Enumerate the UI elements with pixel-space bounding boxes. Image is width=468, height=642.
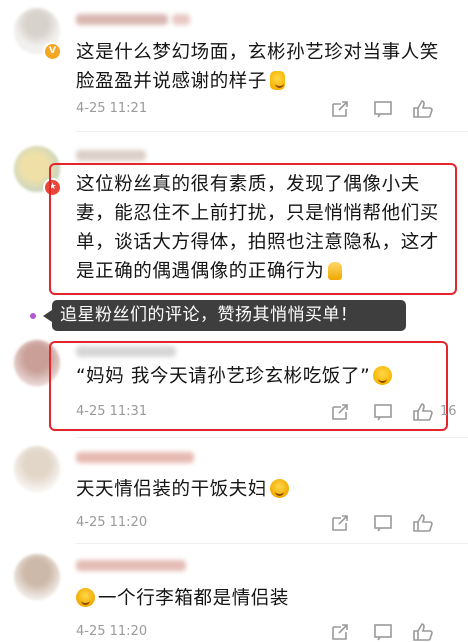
thumbs-up-emoji-icon [328, 262, 343, 280]
username-blurred[interactable] [76, 150, 146, 161]
cry-emoji-icon [76, 588, 95, 607]
comment-time: 4-25 11:21 [76, 101, 148, 116]
like-icon[interactable] [412, 622, 434, 642]
reply-icon[interactable] [373, 403, 393, 421]
like-icon[interactable] [412, 402, 434, 422]
comment-meta: 4-25 11:21 [76, 99, 458, 119]
comment-text: “妈妈 我今天请孙艺珍玄彬吃饭了” [76, 362, 446, 391]
comment-time: 4-25 11:20 [76, 624, 148, 639]
share-icon[interactable] [330, 514, 350, 532]
comment-item: 一个行李箱都是情侣装 4-25 11:20 [0, 544, 468, 642]
like-icon[interactable] [412, 513, 434, 533]
username-blurred[interactable] [76, 452, 194, 463]
comment-meta: 4-25 11:20 [76, 622, 458, 642]
share-icon[interactable] [330, 403, 350, 421]
comment-time: 4-25 11:31 [76, 404, 148, 419]
avatar[interactable] [14, 554, 60, 600]
cry-emoji-icon [270, 479, 290, 498]
comment-meta: 4-25 11:31 16 [76, 402, 458, 422]
indicator-dot [30, 313, 36, 319]
verified-badge-icon: V [43, 42, 62, 61]
avatar[interactable] [14, 446, 60, 492]
username-blurred[interactable] [76, 560, 186, 571]
username-blurred[interactable] [76, 14, 168, 25]
comment-time: 4-25 11:20 [76, 515, 148, 530]
like-count: 16 [440, 404, 457, 419]
reply-icon[interactable] [373, 514, 393, 532]
reply-icon[interactable] [373, 623, 393, 641]
doll-emoji-icon [270, 71, 286, 90]
comment-text: 这位粉丝真的很有素质，发现了偶像小夫妻，能忍住不上前打扰，只是悄悄帮他们买单，谈… [76, 174, 439, 282]
reply-icon[interactable] [373, 100, 393, 118]
like-icon[interactable] [412, 99, 434, 119]
comment-meta: 4-25 11:20 [76, 513, 458, 533]
comment-item: V 这是什么梦幻场面，玄彬孙艺珍对当事人笑脸盈盈并说感谢的样子 4-25 11:… [0, 0, 468, 130]
comment-text: 天天情侣装的干饭夫妇 [76, 475, 446, 504]
comment-text: 这是什么梦幻场面，玄彬孙艺珍对当事人笑脸盈盈并说感谢的样子 [76, 42, 439, 92]
smile-emoji-icon [373, 366, 393, 385]
share-icon[interactable] [330, 623, 350, 641]
share-icon[interactable] [330, 100, 350, 118]
caption-overlay: 追星粉丝们的评论，赞扬其悄悄买单！ [43, 300, 406, 331]
username-blurred-suffix [172, 14, 190, 25]
comment-item: 天天情侣装的干饭夫妇 4-25 11:20 [0, 438, 468, 538]
comment-text: 一个行李箱都是情侣装 [76, 584, 446, 613]
